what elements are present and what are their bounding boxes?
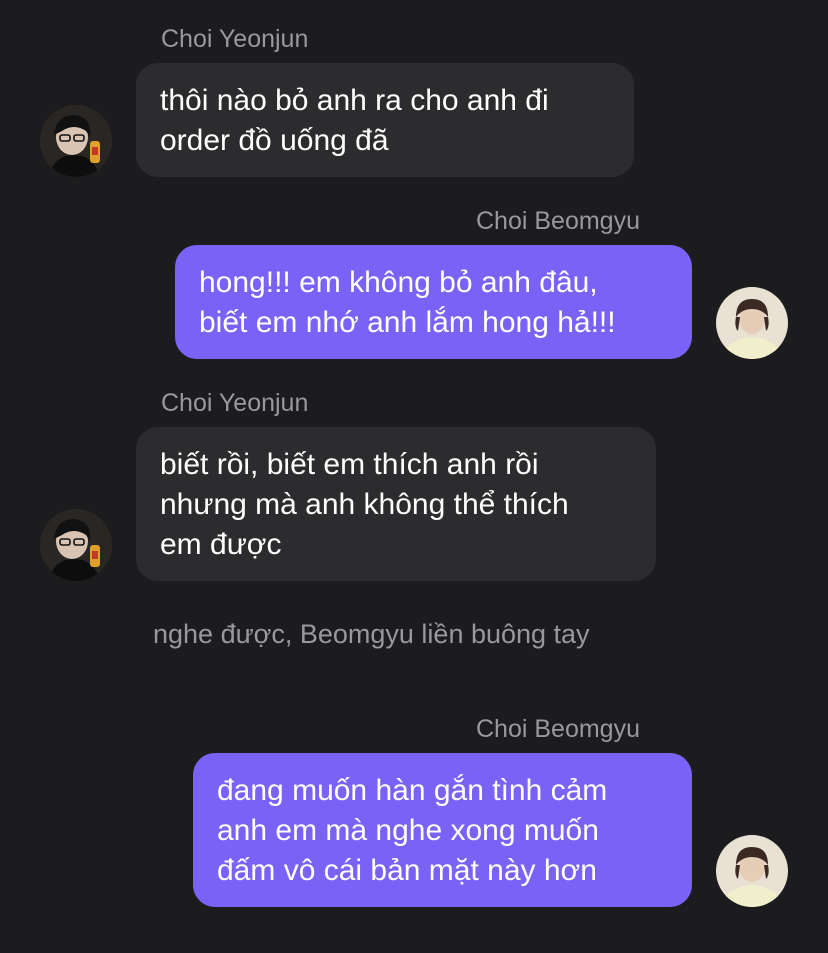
avatar-yeonjun-icon[interactable] bbox=[40, 509, 112, 581]
message-text-line: đấm vô cái bản mặt này hơn bbox=[217, 854, 597, 887]
sender-name: Choi Beomgyu bbox=[476, 715, 640, 743]
message-text-line: hong!!! em không bỏ anh đâu, bbox=[199, 266, 598, 299]
message-text-line: anh em mà nghe xong muốn bbox=[217, 814, 599, 847]
message-bubble-outgoing[interactable]: hong!!! em không bỏ anh đâu, biết em nhớ… bbox=[175, 245, 692, 359]
sender-name: Choi Beomgyu bbox=[476, 207, 640, 235]
sender-name: Choi Yeonjun bbox=[161, 389, 309, 417]
message-bubble-incoming[interactable]: thôi nào bỏ anh ra cho anh đi order đồ u… bbox=[136, 63, 634, 177]
avatar-beomgyu-icon[interactable] bbox=[716, 835, 788, 907]
message-text-line: em được bbox=[160, 528, 282, 561]
sender-name: Choi Yeonjun bbox=[161, 25, 309, 53]
message-text-line: đang muốn hàn gắn tình cảm bbox=[217, 774, 608, 807]
message-text-line: order đồ uống đã bbox=[160, 124, 389, 157]
message-text-line: biết rồi, biết em thích anh rồi bbox=[160, 448, 539, 481]
narration-text: nghe được, Beomgyu liền buông tay bbox=[153, 619, 590, 649]
message-text-line: biết em nhớ anh lắm hong hả!!! bbox=[199, 306, 616, 339]
avatar-yeonjun-icon[interactable] bbox=[40, 105, 112, 177]
message-text-line: nhưng mà anh không thể thích bbox=[160, 488, 569, 521]
message-bubble-outgoing[interactable]: đang muốn hàn gắn tình cảm anh em mà ngh… bbox=[193, 753, 692, 907]
message-text-line: thôi nào bỏ anh ra cho anh đi bbox=[160, 84, 549, 117]
avatar-beomgyu-icon[interactable] bbox=[716, 287, 788, 359]
message-bubble-incoming[interactable]: biết rồi, biết em thích anh rồi nhưng mà… bbox=[136, 427, 656, 581]
